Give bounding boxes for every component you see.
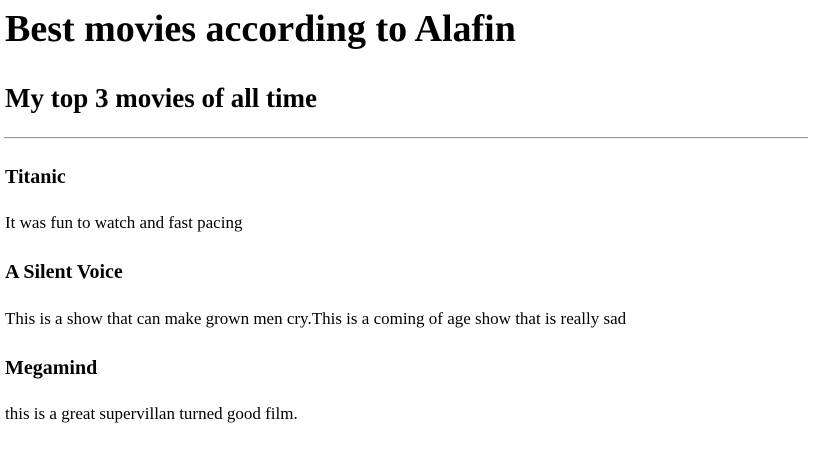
movie-description: This is a show that can make grown men c… xyxy=(5,309,627,328)
movie-title: Megamind xyxy=(5,357,98,379)
page-title: Best movies according to Alafin xyxy=(5,8,516,50)
movie-title: A Silent Voice xyxy=(5,261,123,283)
movie-list: Titanic It was fun to watch and fast pac… xyxy=(5,139,808,424)
page-content: Best movies according to Alafin My top 3… xyxy=(0,0,818,424)
movie-item-titanic: Titanic It was fun to watch and fast pac… xyxy=(5,139,808,233)
movie-title: Titanic xyxy=(5,166,66,188)
page-subtitle: My top 3 movies of all time xyxy=(5,83,317,113)
movie-item-a-silent-voice: A Silent Voice This is a show that can m… xyxy=(5,233,808,329)
movie-item-megamind: Megamind this is a great supervillan tur… xyxy=(5,329,808,424)
movie-description: It was fun to watch and fast pacing xyxy=(5,213,243,232)
movie-description: this is a great supervillan turned good … xyxy=(5,404,298,423)
